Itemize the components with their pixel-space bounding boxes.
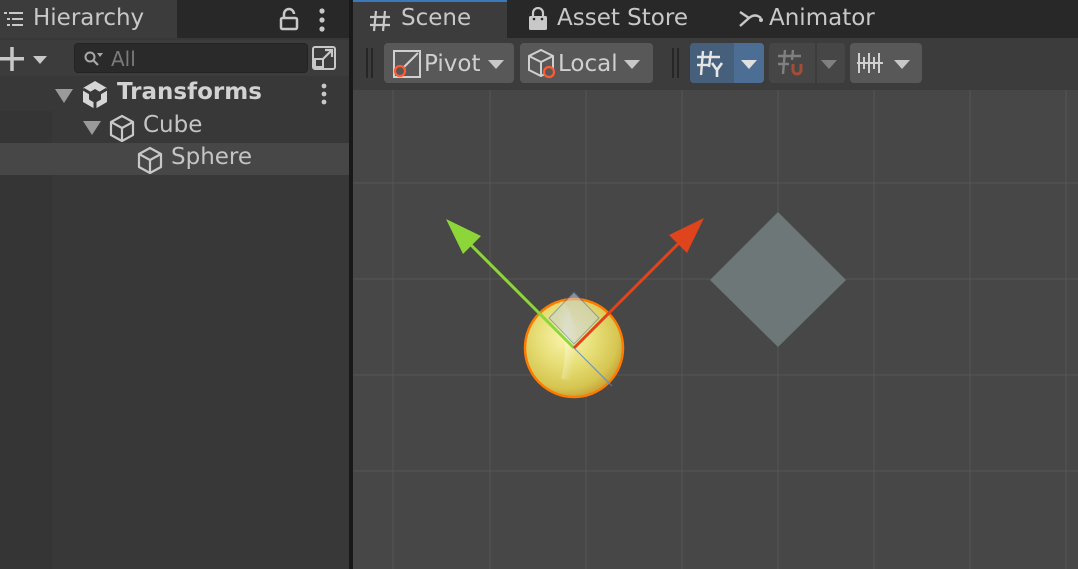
foldout-arrow-icon[interactable] [83,121,101,135]
toolbar-grip [366,48,368,78]
grid-snapping-toggle[interactable] [769,43,845,83]
hierarchy-row-sphere[interactable]: Sphere [0,143,349,175]
tab-scene[interactable]: Scene [353,0,507,38]
tab-label: Animator [769,5,875,31]
create-button[interactable] [0,44,54,74]
pivot-icon [392,49,422,83]
local-global-toggle[interactable]: Local [520,43,653,83]
grid-dropdown[interactable] [734,43,764,83]
sphere-object [523,291,625,399]
gameobject-cube-icon [108,114,136,146]
local-label: Local [558,51,618,77]
toolbar-grip [672,48,674,78]
ruler-icon [857,50,885,80]
hierarchy-list-icon [4,11,24,31]
grid-visibility-toggle[interactable] [690,43,764,83]
foldout-arrow-icon[interactable] [55,89,73,103]
kebab-menu-icon[interactable] [314,7,330,33]
toolbar-grip [677,48,679,78]
lock-icon[interactable] [278,7,300,31]
hierarchy-panel: Hierarchy All Transforms Cube Sphere [0,0,349,569]
gameobject-name: Sphere [171,144,253,170]
tab-label: Asset Store [557,5,688,31]
chevron-down-icon [894,60,910,69]
grid-icon [369,10,391,36]
tab-asset-store[interactable]: Asset Store [521,0,691,38]
scene-canvas[interactable] [353,90,1078,569]
pivot-toggle[interactable]: Pivot [384,43,514,83]
local-space-icon [526,48,558,84]
chevron-down-icon [741,60,757,69]
increment-snap-toggle[interactable] [850,43,922,83]
hierarchy-row-scene[interactable]: Transforms [0,78,349,110]
unity-scene-icon [81,80,109,114]
indent-gutter [0,111,52,569]
gameobject-name: Cube [143,112,203,138]
search-icon [83,50,103,72]
tab-label: Hierarchy [33,5,145,31]
scene-toolbar: Pivot Local [353,38,1078,90]
hierarchy-toolbar: All [0,40,349,76]
tab-hierarchy[interactable]: Hierarchy [0,0,177,38]
cube-object [710,212,846,347]
gameobject-cube-icon [136,146,164,178]
hierarchy-tab-bar: Hierarchy [0,0,349,38]
grid-snap-magnet-icon [775,48,809,82]
hierarchy-search-input[interactable]: All [74,43,308,73]
animator-icon [738,9,764,33]
scene-search-icon[interactable] [309,43,341,73]
chevron-down-icon [821,60,837,69]
tab-animator[interactable]: Animator [735,0,895,38]
search-placeholder: All [111,47,136,71]
toolbar-grip [371,48,373,78]
split-divider [815,43,817,83]
scene-viewport[interactable] [353,90,1078,569]
chevron-down-icon [624,60,640,69]
scene-grid [353,90,1078,569]
hierarchy-row-cube[interactable]: Cube [0,111,349,143]
grid-y-icon [690,43,734,83]
scene-panel: Scene Asset Store Animator Pivot Local [353,0,1078,569]
scene-name: Transforms [117,79,262,105]
chevron-down-icon [488,60,504,69]
scene-menu-icon[interactable] [317,82,331,110]
pivot-label: Pivot [424,51,481,77]
scene-tab-bar: Scene Asset Store Animator [353,0,1078,38]
shopping-bag-icon [527,6,549,35]
tab-label: Scene [401,5,472,31]
